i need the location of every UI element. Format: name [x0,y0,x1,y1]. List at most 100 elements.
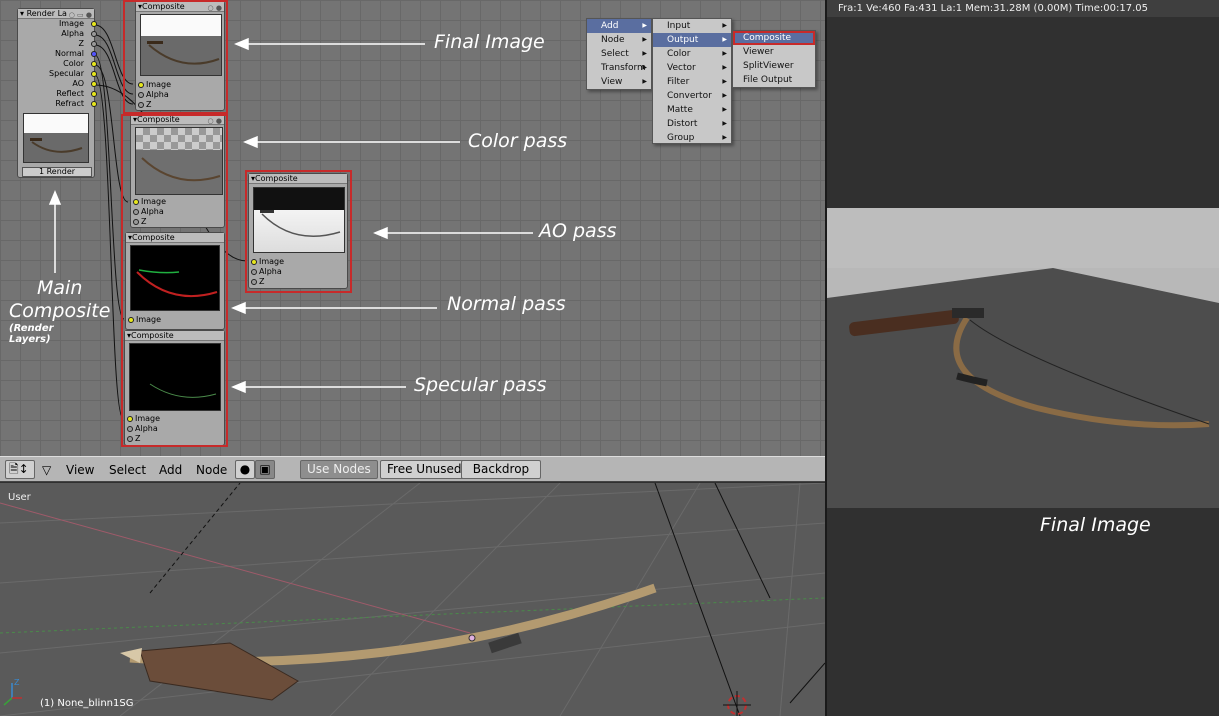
menu-item-transform[interactable]: Transform ▶ [587,61,651,75]
menu-item-vector[interactable]: Vector ▶ [653,61,731,75]
composite-node-specular[interactable]: ▾Composite Image Alpha Z [124,330,225,446]
socket-z-in[interactable]: Z [249,277,347,287]
menu-item-label: Composite [743,33,792,43]
composite-header[interactable]: ▾Composite [125,331,224,341]
composite-node-color[interactable]: ▾Composite ○ ● Image Alpha Z [130,114,225,228]
socket-image-out[interactable]: Image [18,19,97,29]
menu-node[interactable]: Node [196,460,227,480]
socket-alpha-out[interactable]: Alpha [18,29,97,39]
socket-alpha-in[interactable]: Alpha [131,207,224,217]
menu-item-select[interactable]: Select ▶ [587,47,651,61]
socket-alpha-in[interactable]: Alpha [136,90,224,100]
menu-item-label: Select [601,49,629,59]
socket-label: Image [146,80,172,89]
render-image [827,208,1219,508]
node-editor-header: 🗎↕ ▽ View Select Add Node ● ▣ Use Nodes … [0,456,825,482]
menu-item-composite[interactable]: Composite [733,31,815,45]
composite-header[interactable]: ▾Composite [249,174,347,184]
menu-item-label: Filter [667,77,690,87]
use-nodes-toggle[interactable]: Use Nodes [300,460,378,479]
menu-item-file-output[interactable]: File Output [733,73,815,87]
menu-item-node[interactable]: Node ▶ [587,33,651,47]
menu-item-matte[interactable]: Matte ▶ [653,103,731,117]
material-nodes-button[interactable]: ● [235,460,255,479]
render-layers-node[interactable]: ▾ Render La ○ ▭ ● Image Alpha Z Normal Co… [17,8,97,178]
node-editor[interactable]: ▾ Render La ○ ▭ ● Image Alpha Z Normal Co… [0,0,825,456]
socket-reflect-out[interactable]: Reflect [18,89,97,99]
backdrop-toggle[interactable]: Backdrop [461,460,541,479]
socket-specular-out[interactable]: Specular [18,69,97,79]
menu-item-splitviewer[interactable]: SplitViewer [733,59,815,73]
composite-nodes-button[interactable]: ▣ [255,460,275,479]
menu-item-viewer[interactable]: Viewer [733,45,815,59]
render-window: Fra:1 Ve:460 Fa:431 La:1 Mem:31.28M (0.0… [827,0,1219,716]
3d-viewport[interactable]: User Z (1) None_blinn1SG [0,483,825,716]
socket-image-in[interactable]: Image [126,315,224,325]
socket-alpha-in[interactable]: Alpha [125,424,224,434]
editor-type-button[interactable]: 🗎↕ [5,460,35,479]
socket-color-out[interactable]: Color [18,59,97,69]
menu-item-group[interactable]: Group ▶ [653,131,731,145]
menu-item-label: Color [667,49,691,59]
menu-select[interactable]: Select [109,460,146,480]
menu-item-input[interactable]: Input ▶ [653,19,731,33]
socket-label: Z [259,277,265,286]
render-status: Fra:1 Ve:460 Fa:431 La:1 Mem:31.28M (0.0… [827,0,1219,17]
menu-item-distort[interactable]: Distort ▶ [653,117,731,131]
socket-z-out[interactable]: Z [18,39,97,49]
menu-item-label: Viewer [743,47,774,57]
menu-item-label: Matte [667,105,693,115]
composite-node-normal[interactable]: ▾Composite Image [125,232,225,330]
menu-item-add[interactable]: Add ▶ [587,19,651,33]
render-scene [827,268,1219,508]
socket-ao-out[interactable]: AO [18,79,97,89]
socket-label: Z [135,434,141,443]
annotation-render-layers-1: (Render [9,323,54,334]
bow-thumbnail [141,157,221,182]
socket-image-in[interactable]: Image [131,197,224,207]
menu-toggle-icon[interactable]: ▽ [42,460,51,480]
socket-label: Alpha [61,29,84,38]
socket-label: Refract [55,99,84,108]
socket-image-in[interactable]: Image [136,80,224,90]
render-layer-selector[interactable]: 1 Render [22,167,92,177]
menu-item-convertor[interactable]: Convertor ▶ [653,89,731,103]
socket-alpha-in[interactable]: Alpha [249,267,347,277]
context-menu-add[interactable]: Input ▶ Output ▶ Color ▶ Vector ▶ Filter ▶ Co… [652,18,732,144]
composite-preview-ao [253,187,345,253]
socket-label: Normal [55,49,84,58]
composite-header[interactable]: ▾Composite [126,233,224,243]
composite-title: Composite [132,233,175,242]
socket-refract-out[interactable]: Refract [18,99,97,109]
render-caption: Final Image [1040,514,1151,536]
menu-add[interactable]: Add [159,460,182,480]
menu-view[interactable]: View [66,460,94,480]
socket-normal-out[interactable]: Normal [18,49,97,59]
composite-header[interactable]: ▾Composite ○ ● [136,2,224,12]
socket-image-in[interactable]: Image [125,414,224,424]
menu-item-filter[interactable]: Filter ▶ [653,75,731,89]
composite-title: Composite [131,331,174,340]
free-unused-button[interactable]: Free Unused [380,460,469,479]
bow-thumbnail [149,383,217,398]
menu-item-color[interactable]: Color ▶ [653,47,731,61]
socket-label: Alpha [146,90,169,99]
socket-z-in[interactable]: Z [125,434,224,444]
socket-z-in[interactable]: Z [136,100,224,110]
menu-item-output[interactable]: Output ▶ [653,33,731,47]
composite-node-final[interactable]: ▾Composite ○ ● Image Alpha Z [135,1,225,111]
menu-item-label: SplitViewer [743,61,794,71]
context-menu-output[interactable]: Composite Viewer SplitViewer File Output [732,30,816,88]
composite-preview-color [135,127,223,195]
socket-z-in[interactable]: Z [131,217,224,227]
3d-cursor-icon[interactable] [723,691,751,716]
context-menu-main[interactable]: Add ▶ Node ▶ Select ▶ Transform ▶ View ▶ [586,18,652,90]
composite-header[interactable]: ▾Composite ○ ● [131,115,224,125]
composite-node-ao[interactable]: ▾Composite Image Alpha Z [248,173,348,289]
socket-label: Color [63,59,84,68]
annotation-color-pass: Color pass [468,130,568,152]
socket-image-in[interactable]: Image [249,257,347,267]
menu-item-label: Node [601,35,625,45]
menu-item-view[interactable]: View ▶ [587,75,651,89]
render-layers-header[interactable]: ▾ Render La ○ ▭ ● [18,9,94,19]
